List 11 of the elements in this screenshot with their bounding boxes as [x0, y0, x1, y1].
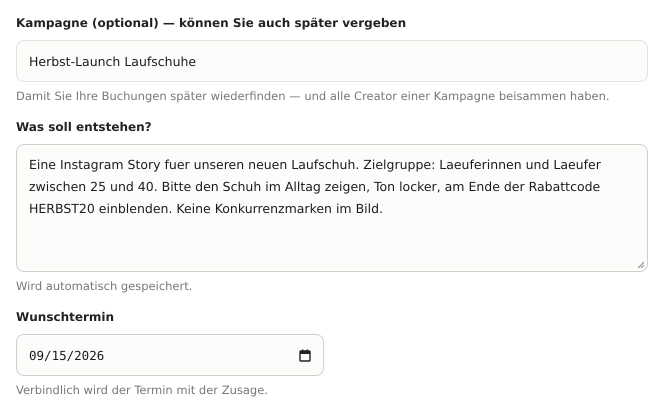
description-textarea[interactable]: Eine Instagram Story fuer unseren neuen Laufschuh. Zielgruppe: Laeuferinnen und Laeufer zwischen 25 und 40. Bitte den Schuh im Alltag zeigen, Ton locker, am Ende der Rabattcode HERBST20 einblenden. Keine Konkurrenzmarken im Bild. [16, 144, 648, 272]
resize-grip-icon[interactable] [637, 261, 645, 269]
hint-text: Wird automatisch gespeichert. [16, 278, 194, 294]
field-label: Kampagne (optional) — können Sie auch später vergeben [16, 15, 408, 31]
campaign-input[interactable]: Herbst-Launch Laufschuhe [16, 40, 648, 82]
hint-text: Damit Sie Ihre Buchungen später wiederfinden — und alle Creator einer Kampagne beisammen haben. [16, 88, 611, 104]
field-label: Wunschtermin [16, 309, 116, 325]
calendar-icon[interactable] [299, 348, 311, 362]
hint-text: Verbindlich wird der Termin mit der Zusage. [16, 382, 269, 398]
date-input[interactable]: 09/15/2026 [16, 334, 324, 376]
field-label: Was soll entstehen? [16, 119, 153, 135]
